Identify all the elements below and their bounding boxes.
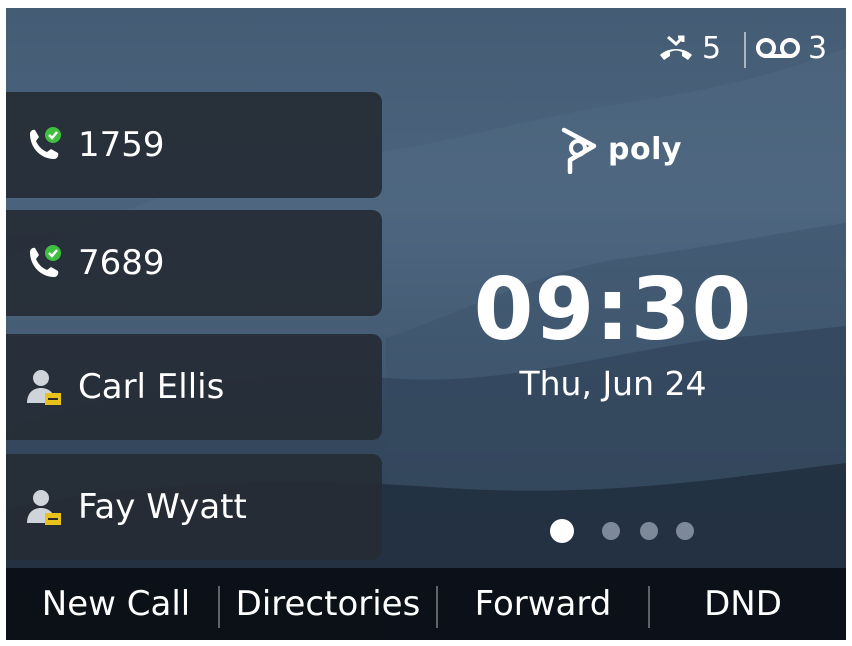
missed-calls-count: 5 xyxy=(702,30,722,66)
clock-date: Thu, Jun 24 xyxy=(519,364,707,403)
forward-button[interactable]: Forward xyxy=(438,568,648,640)
missed-calls-indicator[interactable]: 5 xyxy=(656,30,721,66)
voicemail-count: 3 xyxy=(808,30,828,66)
line-key-1759[interactable]: 1759 xyxy=(6,92,382,198)
page-dot-3[interactable] xyxy=(640,522,658,540)
voicemail-icon xyxy=(756,38,800,58)
line-key-label: Fay Wyatt xyxy=(78,487,247,527)
line-key-7689[interactable]: 7689 xyxy=(6,210,382,316)
status-divider xyxy=(744,32,746,68)
page-dot-2[interactable] xyxy=(602,522,620,540)
phone-registered-icon xyxy=(30,127,61,159)
soft-key-bar: New Call Directories Forward DND xyxy=(6,568,846,640)
contact-icon xyxy=(27,490,61,525)
contact-icon xyxy=(27,370,61,405)
missed-call-icon xyxy=(660,35,692,60)
poly-logo-icon xyxy=(561,127,597,174)
dnd-button[interactable]: DND xyxy=(650,568,836,640)
line-key-fay-wyatt[interactable]: Fay Wyatt xyxy=(6,454,382,560)
line-key-carl-ellis[interactable]: Carl Ellis xyxy=(6,334,382,440)
logo-text: poly xyxy=(608,131,682,167)
clock-time: 09:30 xyxy=(473,260,753,360)
directories-button[interactable]: Directories xyxy=(220,568,436,640)
page-dot-1[interactable] xyxy=(550,519,574,543)
phone-screen: 5 3 1759 7689 Carl Ellis Fay Wyatt poly … xyxy=(6,8,846,640)
line-key-label: 1759 xyxy=(78,125,165,165)
line-key-label: 7689 xyxy=(78,243,165,283)
voicemail-indicator[interactable]: 3 xyxy=(754,30,827,66)
line-key-label: Carl Ellis xyxy=(78,367,225,407)
page-dot-4[interactable] xyxy=(676,522,694,540)
phone-registered-icon xyxy=(30,245,61,277)
poly-logo: poly xyxy=(558,124,682,174)
new-call-button[interactable]: New Call xyxy=(16,568,216,640)
